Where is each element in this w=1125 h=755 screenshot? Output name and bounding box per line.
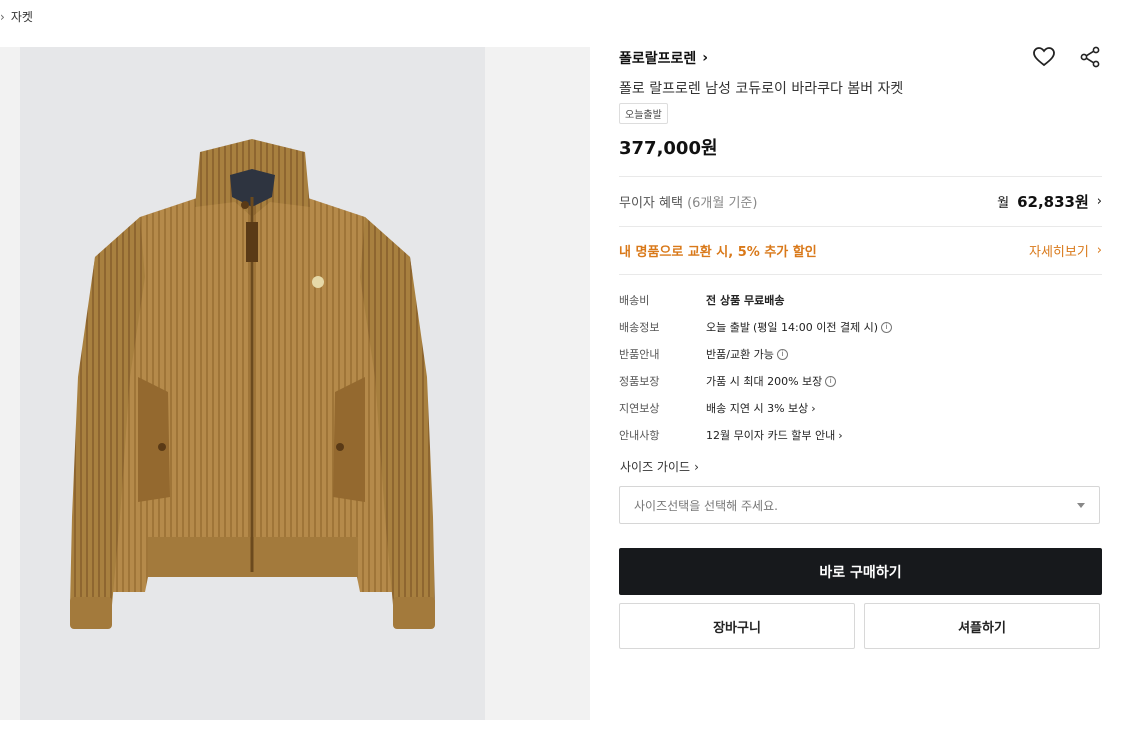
monthly-amount: 62,833원 (1017, 192, 1089, 211)
chevron-right-icon: › (702, 50, 709, 66)
corduroy-jacket-image (70, 139, 435, 629)
trade-in-label: 내 명품으로 교환 시, 5% 추가 할인 (619, 244, 817, 260)
chevron-right-icon: › (1096, 242, 1102, 258)
size-select-placeholder: 사이즈선택을 선택해 주세요. (634, 498, 778, 513)
share-icon[interactable] (1078, 45, 1102, 69)
detail-row-notice[interactable]: 안내사항 12월 무이자 카드 할부 안내 › (619, 427, 1102, 443)
divider (619, 274, 1102, 275)
heart-icon[interactable] (1032, 45, 1056, 69)
chevron-right-icon: › (1096, 193, 1102, 209)
info-icon[interactable]: i (825, 375, 837, 387)
breadcrumb-current[interactable]: 자켓 (11, 8, 33, 25)
detail-row-delay[interactable]: 지연보상 배송 지연 시 3% 보상 › (619, 400, 1102, 416)
brand-name: 폴로랄프로렌 (619, 51, 697, 67)
size-guide-link[interactable]: 사이즈 가이드 › (620, 458, 699, 475)
buy-now-button[interactable]: 바로 구매하기 (619, 548, 1102, 595)
chevron-right-icon: › (694, 459, 699, 474)
divider (619, 226, 1102, 227)
product-actions (1032, 45, 1102, 69)
shipping-badge: 오늘출발 (619, 103, 668, 124)
product-price: 377,000원 (619, 138, 718, 159)
detail-row-shipping-info: 배송정보 오늘 출발 (평일 14:00 이전 결제 시) i (619, 319, 1102, 335)
divider (619, 176, 1102, 177)
add-to-cart-button[interactable]: 장바구니 (619, 603, 855, 649)
chevron-right-icon: › (0, 9, 5, 24)
detail-row-return: 반품안내 반품/교환 가능 i (619, 346, 1102, 362)
info-icon[interactable]: i (881, 321, 893, 333)
chevron-right-icon: › (838, 428, 843, 442)
chevron-down-icon (1077, 502, 1085, 508)
detail-row-shipping-fee: 배송비 전 상품 무료배송 (619, 294, 785, 307)
breadcrumb: › 자켓 (0, 8, 33, 25)
detail-row-authenticity: 정품보장 가품 시 최대 200% 보장 i (619, 373, 1102, 389)
info-icon[interactable]: i (776, 348, 788, 360)
benefit-amount: 월 62,833원 › (997, 192, 1102, 211)
product-image[interactable] (20, 47, 485, 720)
installment-benefit-row[interactable]: 무이자 혜택 (6개월 기준) 월 62,833원 › (619, 186, 1102, 216)
product-name: 폴로 랄프로렌 남성 코듀로이 바라쿠다 봄버 자켓 (619, 81, 904, 97)
shuffle-button[interactable]: 셔플하기 (864, 603, 1100, 649)
trade-in-link[interactable]: 자세히보기 › (1029, 241, 1102, 260)
trade-in-row[interactable]: 내 명품으로 교환 시, 5% 추가 할인 자세히보기 › (619, 236, 1102, 264)
chevron-right-icon: › (811, 401, 816, 415)
size-select[interactable]: 사이즈선택을 선택해 주세요. (619, 486, 1100, 524)
brand-link[interactable]: 폴로랄프로렌 › (619, 48, 708, 68)
benefit-label: 무이자 혜택 (6개월 기준) (619, 195, 758, 211)
